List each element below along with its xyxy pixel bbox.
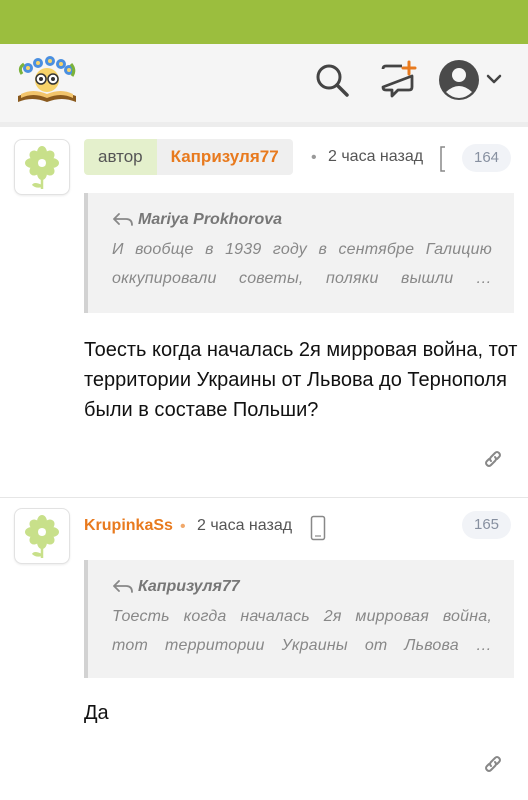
quote-text-line: оккупировали советы, поляки вышли … — [112, 270, 492, 287]
comment-165: KrupinkaSs • 2 часа назад 165 Капризуля7… — [0, 498, 528, 800]
top-color-bar — [0, 0, 528, 44]
quote-header: Mariya Prokhorova — [112, 211, 492, 229]
avatar[interactable] — [14, 508, 70, 564]
user-menu-button[interactable] — [438, 58, 508, 102]
quoted-message[interactable]: Капризуля77 Тоесть когда началась 2я мир… — [84, 560, 514, 678]
quote-text-line: И вообще в 1939 году в сентябре Галицию — [112, 241, 492, 258]
avatar[interactable] — [14, 139, 70, 195]
reply-arrow-icon — [113, 580, 133, 593]
mobile-device-icon — [310, 515, 326, 541]
quote-header: Капризуля77 — [112, 578, 492, 596]
username[interactable]: Капризуля77 — [156, 139, 293, 175]
quote-author: Mariya Prokhorova — [138, 211, 283, 228]
comment-number[interactable]: 165 — [462, 511, 512, 539]
comment-text: Тоесть когда началась 2я мирровая война,… — [84, 339, 518, 421]
link-icon[interactable] — [481, 752, 505, 776]
site-logo[interactable] — [14, 56, 80, 106]
meta-separator: • — [311, 149, 317, 166]
quote-author: Капризуля77 — [138, 578, 240, 595]
quote-text-line: Тоесть когда началась 2я мирровая война, — [112, 608, 492, 625]
quoted-message[interactable]: Mariya Prokhorova И вообще в 1939 году в… — [84, 193, 514, 313]
reply-arrow-icon — [113, 213, 133, 226]
comment-number[interactable]: 164 — [462, 144, 512, 172]
search-icon[interactable] — [312, 60, 352, 100]
comment-time: 2 часа назад — [328, 148, 424, 165]
flower-avatar-icon — [25, 515, 59, 558]
username[interactable]: KrupinkaSs — [84, 517, 173, 535]
device-icon — [440, 146, 445, 172]
new-message-icon[interactable] — [378, 60, 418, 100]
comment-text: Да — [84, 702, 109, 724]
comment-164: автор Капризуля77 • 2 часа назад 164 Mar… — [0, 127, 528, 497]
author-badge[interactable]: автор Капризуля77 — [84, 139, 293, 175]
quote-text-line: тот территории Украины от Львова … — [112, 637, 492, 654]
comment-time: 2 часа назад — [197, 517, 293, 534]
author-role-label: автор — [84, 139, 157, 175]
flower-avatar-icon — [25, 146, 59, 189]
link-icon[interactable] — [481, 447, 505, 471]
meta-separator: • — [180, 518, 186, 535]
